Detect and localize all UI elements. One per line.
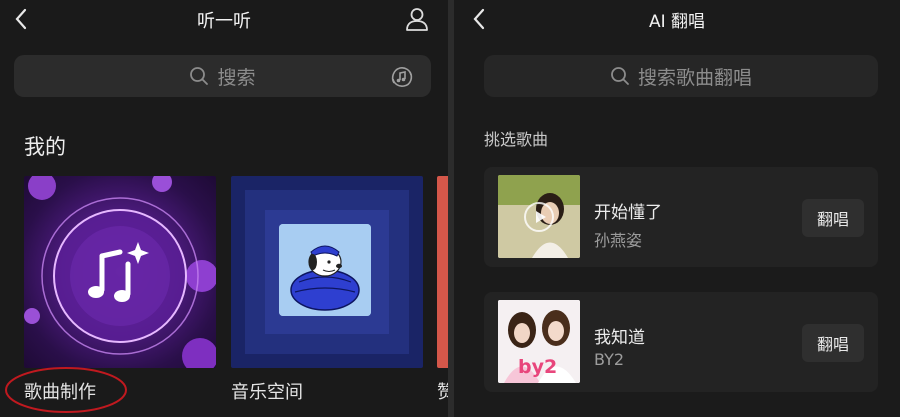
section-title: 我的 xyxy=(24,135,66,159)
search-bar[interactable]: 搜索 xyxy=(14,55,431,97)
page-title: 听一听 xyxy=(197,11,251,32)
card-music-space[interactable] xyxy=(231,176,423,368)
music-recognize-button[interactable] xyxy=(389,64,415,90)
search-icon xyxy=(190,67,209,85)
by2-logo: by2 xyxy=(518,356,558,378)
play-icon xyxy=(536,211,546,223)
cover-button[interactable]: 翻唱 xyxy=(802,199,864,237)
search-icon xyxy=(611,67,629,85)
music-note-sparkle-icon xyxy=(88,242,149,302)
listen-panel: 听一听 搜索 我的 歌曲制作 音乐空间 赞 xyxy=(0,0,448,417)
list-item[interactable]: by2 我知道 BY2 翻唱 xyxy=(484,292,878,392)
card-partial[interactable] xyxy=(437,176,448,368)
song-title: 我知道 xyxy=(594,328,645,348)
user-icon xyxy=(406,8,428,31)
cover-button[interactable]: 翻唱 xyxy=(802,324,864,362)
list-item[interactable]: 开始懂了 孙燕姿 翻唱 xyxy=(484,167,878,267)
page-title-right: AI 翻唱 xyxy=(648,12,706,32)
annotation-circle xyxy=(5,367,127,413)
top-bar-right: AI 翻唱 xyxy=(454,0,900,40)
top-bar: 听一听 xyxy=(0,0,448,40)
card-label-music-space: 音乐空间 xyxy=(231,382,303,403)
song-artist: 孙燕姿 xyxy=(594,231,643,250)
song-title: 开始懂了 xyxy=(594,203,662,223)
profile-button[interactable] xyxy=(404,6,430,32)
section-title-right: 挑选歌曲 xyxy=(484,130,549,149)
search-placeholder: 搜索 xyxy=(217,66,256,89)
music-space-artwork xyxy=(279,224,371,316)
song-artist: BY2 xyxy=(594,350,625,369)
song-cover[interactable]: by2 xyxy=(498,300,580,383)
card-label-partial: 赞 xyxy=(437,382,448,403)
card-song-creation[interactable] xyxy=(24,176,216,368)
puffer-dog-illustration xyxy=(279,224,371,316)
song-cover[interactable] xyxy=(498,175,580,258)
search-bar-right[interactable]: 搜索歌曲翻唱 xyxy=(484,55,878,97)
search-placeholder-right: 搜索歌曲翻唱 xyxy=(637,66,752,89)
ai-cover-panel: AI 翻唱 搜索歌曲翻唱 挑选歌曲 开始懂了 孙燕姿 翻唱 by2 我知道 BY… xyxy=(454,0,900,417)
music-recognize-icon xyxy=(391,67,413,87)
